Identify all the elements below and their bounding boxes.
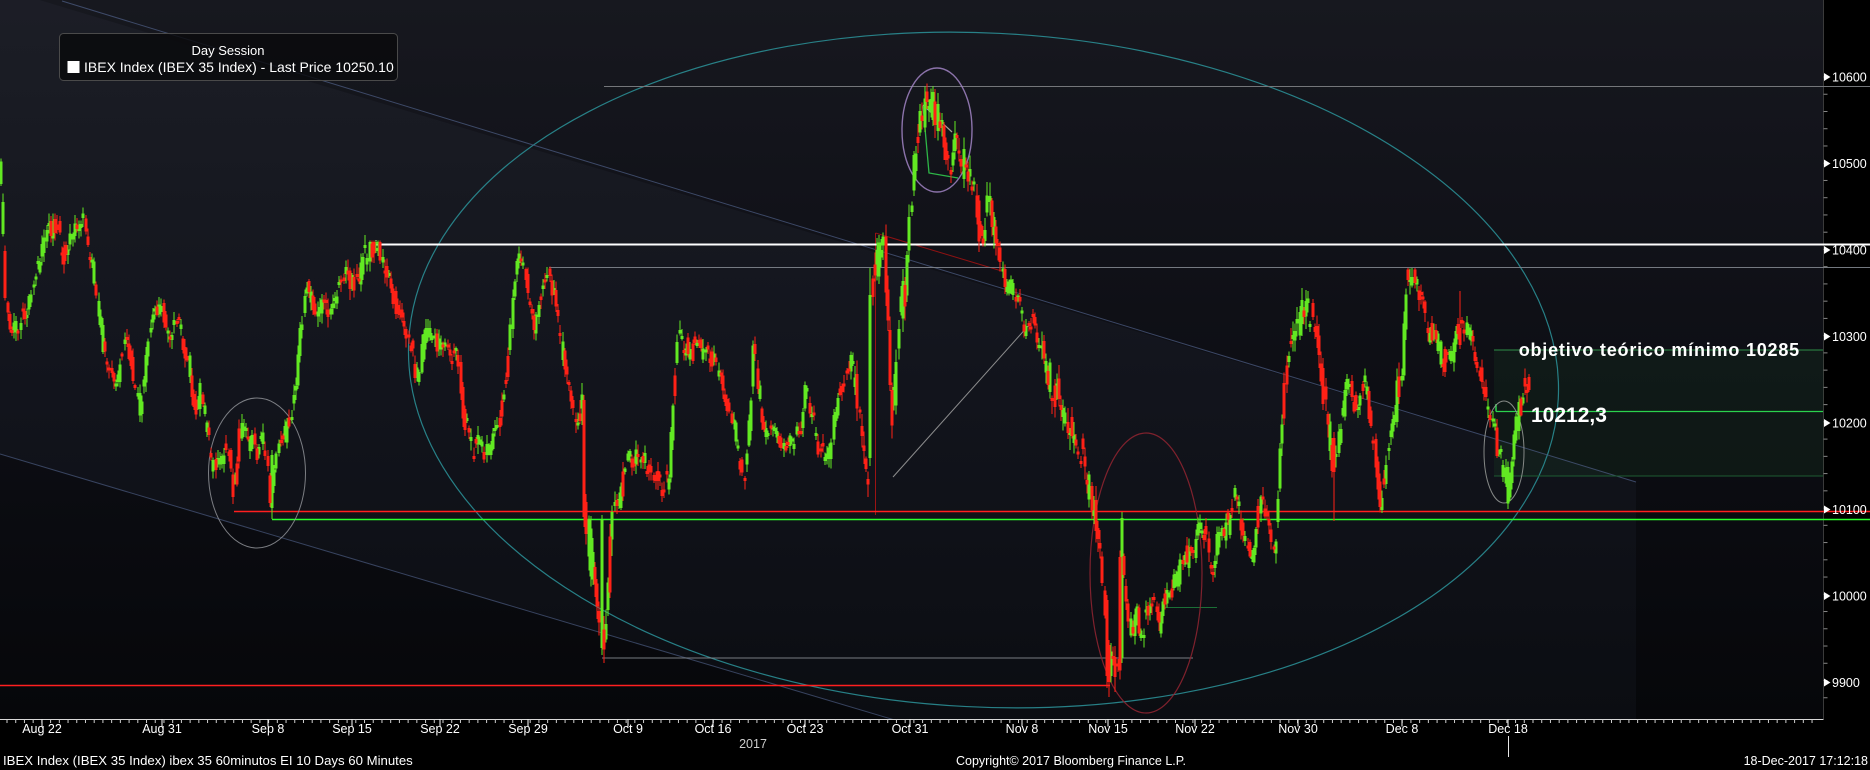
svg-text:Aug 31: Aug 31 <box>142 722 182 736</box>
svg-text:Dec 18: Dec 18 <box>1488 722 1528 736</box>
svg-text:18-Dec-2017 17:12:18: 18-Dec-2017 17:12:18 <box>1744 754 1868 768</box>
svg-text:IBEX Index (IBEX 35 Index) ibe: IBEX Index (IBEX 35 Index) ibex 35 60min… <box>3 753 413 768</box>
svg-text:IBEX Index (IBEX 35 Index) - L: IBEX Index (IBEX 35 Index) - Last Price … <box>84 59 394 75</box>
svg-text:Sep 29: Sep 29 <box>508 722 548 736</box>
svg-text:Copyright© 2017 Bloomberg Fina: Copyright© 2017 Bloomberg Finance L.P. <box>956 754 1186 768</box>
svg-text:10500: 10500 <box>1832 157 1867 171</box>
svg-text:objetivo teórico mínimo 10285: objetivo teórico mínimo 10285 <box>1519 340 1800 360</box>
svg-text:Nov 22: Nov 22 <box>1175 722 1215 736</box>
svg-text:10000: 10000 <box>1832 590 1867 604</box>
svg-text:10212,3: 10212,3 <box>1531 404 1607 427</box>
svg-text:Oct 16: Oct 16 <box>695 722 732 736</box>
svg-text:Sep 22: Sep 22 <box>420 722 460 736</box>
svg-text:Aug 22: Aug 22 <box>22 722 62 736</box>
svg-text:Dec 8: Dec 8 <box>1386 722 1419 736</box>
svg-text:Oct 9: Oct 9 <box>613 722 643 736</box>
svg-text:10400: 10400 <box>1832 244 1867 258</box>
svg-text:Sep 15: Sep 15 <box>332 722 372 736</box>
svg-text:Sep 8: Sep 8 <box>252 722 285 736</box>
svg-text:Oct 23: Oct 23 <box>787 722 824 736</box>
svg-text:10200: 10200 <box>1832 417 1867 431</box>
svg-text:2017: 2017 <box>739 737 767 751</box>
svg-text:10300: 10300 <box>1832 330 1867 344</box>
svg-text:10600: 10600 <box>1832 71 1867 85</box>
svg-text:Nov 15: Nov 15 <box>1088 722 1128 736</box>
svg-text:Nov 8: Nov 8 <box>1006 722 1039 736</box>
svg-text:Oct 31: Oct 31 <box>892 722 929 736</box>
svg-text:Nov 30: Nov 30 <box>1278 722 1318 736</box>
svg-text:10100: 10100 <box>1832 503 1867 517</box>
svg-text:Day Session: Day Session <box>192 43 265 58</box>
svg-text:9900: 9900 <box>1832 676 1860 690</box>
